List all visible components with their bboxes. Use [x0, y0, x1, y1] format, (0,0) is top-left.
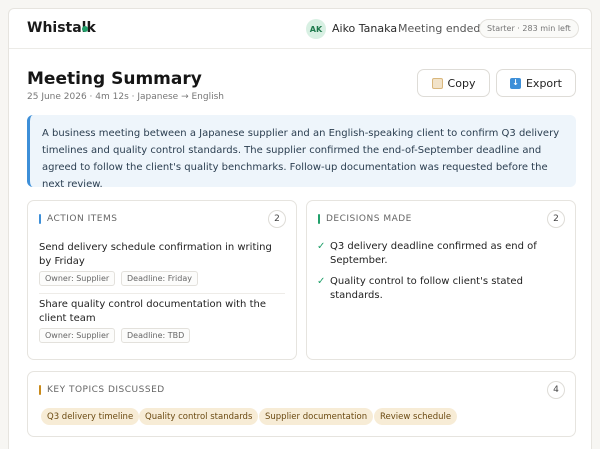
page-title: Meeting Summary: [27, 69, 202, 89]
action-items-card: ACTION ITEMS 2 Send delivery schedule co…: [27, 200, 297, 360]
deadline-tag: Deadline: Friday: [121, 271, 198, 286]
key-topics-card: KEY TOPICS DISCUSSED 4 Q3 delivery timel…: [27, 371, 576, 437]
export-button-label: Export: [525, 76, 562, 90]
decisions-header: DECISIONS MADE: [318, 214, 412, 224]
summary-text: A business meeting between a Japanese su…: [27, 115, 576, 190]
key-topics-heading: KEY TOPICS DISCUSSED: [47, 385, 165, 395]
top-bar: Whistalk AK Aiko Tanaka Meeting ended St…: [9, 9, 591, 49]
divider: [39, 293, 285, 294]
decisions-heading: DECISIONS MADE: [326, 214, 412, 224]
topic-chip[interactable]: Supplier documentation: [259, 408, 374, 425]
key-topics-count: 4: [547, 381, 565, 399]
action-items-heading: ACTION ITEMS: [47, 214, 118, 224]
clipboard-icon: [431, 77, 443, 89]
accent-bar-icon: [318, 214, 320, 224]
action-item-title: Share quality control documentation with…: [39, 299, 266, 324]
download-icon: ↓: [509, 77, 521, 89]
decision-item: Q3 delivery deadline confirmed as end of…: [330, 241, 537, 266]
copy-button-label: Copy: [447, 76, 476, 90]
decision-item: Quality control to follow client's state…: [330, 276, 523, 301]
deadline-tag: Deadline: TBD: [121, 328, 191, 343]
topic-chip[interactable]: Quality control standards: [139, 408, 259, 425]
export-button[interactable]: ↓ Export: [496, 69, 576, 97]
meeting-meta: 25 June 2026 · 4m 12s · Japanese → Engli…: [27, 92, 224, 102]
user-name: Aiko Tanaka: [332, 22, 398, 35]
action-item-title: Send delivery schedule confirmation in w…: [39, 242, 272, 267]
copy-button[interactable]: Copy: [417, 69, 490, 97]
plan-badge[interactable]: Starter · 283 min left: [479, 19, 579, 38]
accent-bar-icon: [39, 214, 41, 224]
owner-tag: Owner: Supplier: [39, 271, 116, 286]
decisions-card: DECISIONS MADE 2 ✓ Q3 delivery deadline …: [306, 200, 576, 360]
meeting-status: Meeting ended: [398, 22, 481, 35]
status-dot-icon: [82, 26, 88, 32]
check-icon: ✓: [317, 276, 326, 287]
action-items-count: 2: [268, 210, 286, 228]
avatar[interactable]: AK: [306, 19, 326, 39]
topic-chip[interactable]: Review schedule: [374, 408, 458, 425]
action-items-header: ACTION ITEMS: [39, 214, 117, 224]
accent-bar-icon: [39, 385, 41, 395]
check-icon: ✓: [317, 241, 326, 252]
key-topics-header: KEY TOPICS DISCUSSED: [39, 385, 165, 395]
app-window: Whistalk AK Aiko Tanaka Meeting ended St…: [8, 8, 592, 449]
owner-tag: Owner: Supplier: [39, 328, 116, 343]
decisions-count: 2: [547, 210, 565, 228]
topic-chip[interactable]: Q3 delivery timeline: [41, 408, 140, 425]
